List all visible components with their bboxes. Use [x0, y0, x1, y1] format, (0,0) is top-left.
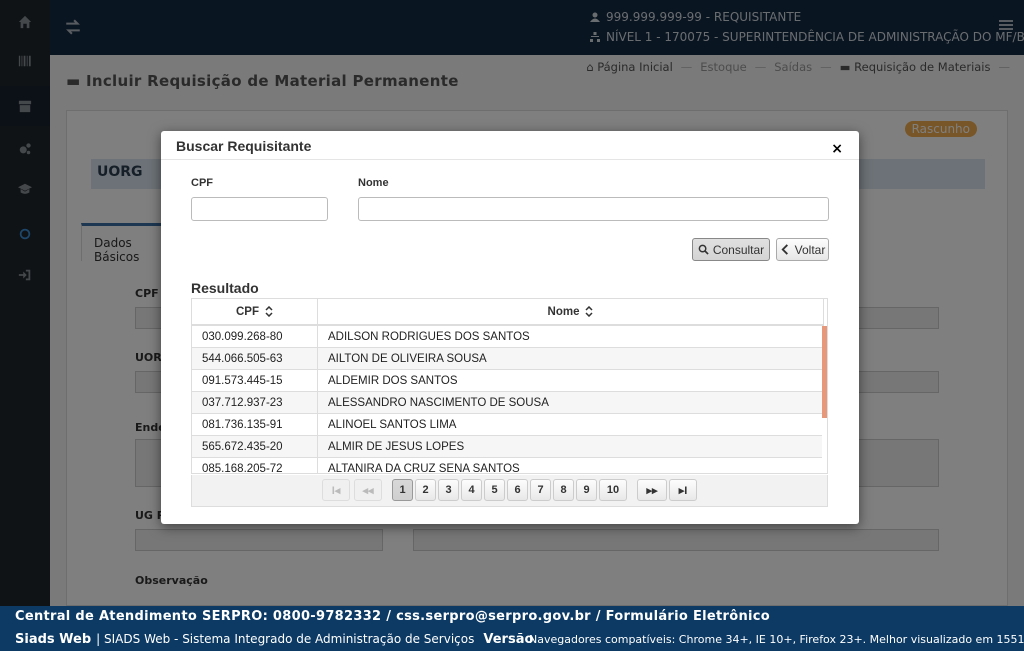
consultar-label: Consultar — [712, 242, 765, 257]
cell-nome: AILTON DE OLIVEIRA SOUSA — [318, 348, 824, 369]
chevron-left-icon — [781, 244, 788, 255]
page-button-4[interactable]: 4 — [461, 479, 482, 501]
pagination: I◂ ◂◂ 1 2 3 4 5 6 7 8 9 10 ▸▸ ▸I — [191, 475, 828, 507]
last-page-button[interactable]: ▸I — [669, 479, 697, 501]
cell-nome: ALMIR DE JESUS LOPES — [318, 436, 824, 457]
buscar-requisitante-modal: Buscar Requisitante × CPF Nome Consultar… — [161, 131, 859, 524]
page-button-5[interactable]: 5 — [484, 479, 505, 501]
page-button-8[interactable]: 8 — [553, 479, 574, 501]
next-page-button[interactable]: ▸▸ — [637, 479, 667, 501]
cell-cpf: 544.066.505-63 — [192, 348, 318, 369]
modal-header: Buscar Requisitante × — [161, 131, 859, 160]
nome-input[interactable] — [358, 197, 829, 221]
page-button-6[interactable]: 6 — [507, 479, 528, 501]
nome-label: Nome — [358, 177, 389, 189]
table-row[interactable]: 091.573.445-15 ALDEMIR DOS SANTOS — [192, 370, 824, 392]
table-row[interactable]: 544.066.505-63 AILTON DE OLIVEIRA SOUSA — [192, 348, 824, 370]
search-icon — [698, 244, 709, 255]
cell-cpf: 565.672.435-20 — [192, 436, 318, 457]
page-button-3[interactable]: 3 — [438, 479, 459, 501]
first-page-button[interactable]: I◂ — [322, 479, 350, 501]
prev-page-button[interactable]: ◂◂ — [354, 479, 382, 501]
page-button-10[interactable]: 10 — [599, 479, 627, 501]
close-icon[interactable]: × — [831, 142, 843, 156]
footer-contact: Central de Atendimento SERPRO: 0800-9782… — [15, 609, 770, 624]
cell-nome: ALINOEL SANTOS LIMA — [318, 414, 824, 435]
cpf-label: CPF — [191, 177, 213, 189]
table-row[interactable]: 081.736.135-91 ALINOEL SANTOS LIMA — [192, 414, 824, 436]
page-button-2[interactable]: 2 — [415, 479, 436, 501]
page-button-1[interactable]: 1 — [392, 479, 413, 501]
app-name: Siads Web — [15, 632, 92, 647]
voltar-label: Voltar — [794, 242, 826, 257]
column-header-nome[interactable]: Nome — [318, 299, 824, 324]
table-row[interactable]: 565.672.435-20 ALMIR DE JESUS LOPES — [192, 436, 824, 458]
cell-nome: ALDEMIR DOS SANTOS — [318, 370, 824, 391]
footer: Central de Atendimento SERPRO: 0800-9782… — [0, 606, 1024, 651]
cell-cpf: 030.099.268-80 — [192, 326, 318, 347]
scrollbar-thumb[interactable] — [822, 326, 827, 418]
table-header: CPF Nome — [192, 299, 824, 326]
result-table: CPF Nome 030.099.268-80 ADILSON RODRIGUES… — [191, 298, 828, 474]
cell-cpf: 081.736.135-91 — [192, 414, 318, 435]
sort-icon — [585, 306, 593, 317]
cell-cpf: 091.573.445-15 — [192, 370, 318, 391]
column-header-cpf[interactable]: CPF — [192, 299, 318, 324]
cell-nome: ADILSON RODRIGUES DOS SANTOS — [318, 326, 824, 347]
cpf-input[interactable] — [191, 197, 328, 221]
cell-cpf: 037.712.937-23 — [192, 392, 318, 413]
page-button-7[interactable]: 7 — [530, 479, 551, 501]
table-row[interactable]: 085.168.205-72 ALTANIRA DA CRUZ SENA SANT… — [192, 458, 824, 473]
voltar-button[interactable]: Voltar — [776, 238, 829, 261]
result-title: Resultado — [191, 280, 259, 296]
sort-icon — [265, 306, 273, 317]
browser-compat: Navegadores compatíveis: Chrome 34+, IE … — [529, 633, 1024, 646]
page-button-9[interactable]: 9 — [576, 479, 597, 501]
cell-nome: ALESSANDRO NASCIMENTO DE SOUSA — [318, 392, 824, 413]
table-row[interactable]: 037.712.937-23 ALESSANDRO NASCIMENTO DE S… — [192, 392, 824, 414]
footer-app-info: Siads Web | SIADS Web - Sistema Integrad… — [15, 632, 533, 647]
version-label: Versão — [483, 632, 534, 647]
consultar-button[interactable]: Consultar — [692, 238, 770, 261]
modal-title: Buscar Requisitante — [176, 138, 312, 154]
cell-nome: ALTANIRA DA CRUZ SENA SANTOS — [318, 458, 824, 473]
table-body: 030.099.268-80 ADILSON RODRIGUES DOS SANT… — [192, 326, 824, 473]
table-row[interactable]: 030.099.268-80 ADILSON RODRIGUES DOS SANT… — [192, 326, 824, 348]
app-desc: | SIADS Web - Sistema Integrado de Admin… — [96, 632, 475, 646]
cell-cpf: 085.168.205-72 — [192, 458, 318, 473]
